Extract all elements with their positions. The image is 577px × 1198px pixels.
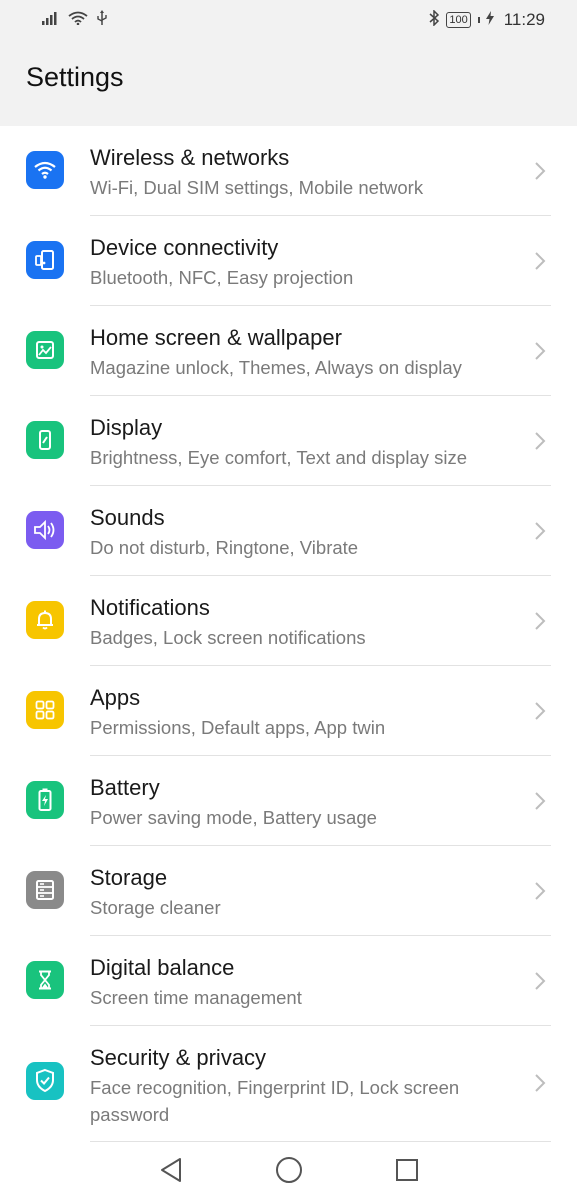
status-time: 11:29 <box>503 10 545 29</box>
status-left <box>42 9 108 31</box>
back-triangle-icon <box>160 1158 181 1182</box>
item-texts: Digital balance Screen time management <box>90 954 510 1011</box>
shield-icon <box>26 1062 64 1100</box>
home-circle-icon <box>275 1157 302 1183</box>
settings-item-home-screen-wallpaper[interactable]: Home screen & wallpaper Magazine unlock,… <box>0 306 577 396</box>
settings-item-wireless-networks[interactable]: Wireless & networks Wi-Fi, Dual SIM sett… <box>0 126 577 216</box>
back-button[interactable] <box>156 1155 186 1185</box>
item-subtitle: Power saving mode, Battery usage <box>90 807 377 828</box>
settings-item-security-privacy[interactable]: Security & privacy Face recognition, Fin… <box>0 1026 577 1142</box>
item-texts: Home screen & wallpaper Magazine unlock,… <box>90 324 510 381</box>
settings-item-display[interactable]: Display Brightness, Eye comfort, Text an… <box>0 396 577 486</box>
bluetooth-icon <box>428 8 440 31</box>
item-title: Sounds <box>90 505 165 530</box>
settings-item-battery[interactable]: Battery Power saving mode, Battery usage <box>0 756 577 846</box>
bell-icon <box>26 601 64 639</box>
usb-icon <box>96 9 108 31</box>
item-subtitle: Wi-Fi, Dual SIM settings, Mobile network <box>90 177 424 198</box>
chevron-right-icon <box>535 972 546 990</box>
settings-item-device-connectivity[interactable]: Device connectivity Bluetooth, NFC, Easy… <box>0 216 577 306</box>
wifi-icon <box>26 151 64 189</box>
item-title: Notifications <box>90 595 210 620</box>
navigation-bar <box>0 1142 577 1198</box>
status-bar: 100 11:29 <box>0 0 577 40</box>
settings-item-notifications[interactable]: Notifications Badges, Lock screen notifi… <box>0 576 577 666</box>
item-subtitle: Brightness, Eye comfort, Text and displa… <box>90 447 468 468</box>
settings-item-apps[interactable]: Apps Permissions, Default apps, App twin <box>0 666 577 756</box>
apps-grid-icon <box>26 691 64 729</box>
chevron-right-icon <box>535 162 546 180</box>
recents-square-icon <box>395 1159 418 1181</box>
settings-list: Wireless & networks Wi-Fi, Dual SIM sett… <box>0 126 577 1142</box>
item-title: Storage <box>90 865 168 890</box>
signal-icon <box>42 11 60 30</box>
item-texts: Display Brightness, Eye comfort, Text an… <box>90 414 510 471</box>
battery-indicator: 100 <box>446 12 471 28</box>
item-texts: Storage Storage cleaner <box>90 864 510 921</box>
item-title: Wireless & networks <box>90 145 290 170</box>
chevron-right-icon <box>535 1074 546 1092</box>
item-texts: Sounds Do not disturb, Ringtone, Vibrate <box>90 504 510 561</box>
chevron-right-icon <box>535 522 546 540</box>
item-title: Home screen & wallpaper <box>90 325 342 350</box>
item-subtitle: Magazine unlock, Themes, Always on displ… <box>90 357 462 378</box>
item-texts: Battery Power saving mode, Battery usage <box>90 774 510 831</box>
item-texts: Device connectivity Bluetooth, NFC, Easy… <box>90 234 510 291</box>
display-icon <box>26 421 64 459</box>
item-title: Apps <box>90 685 141 710</box>
wifi-icon <box>68 11 88 30</box>
speaker-icon <box>26 511 64 549</box>
settings-item-sounds[interactable]: Sounds Do not disturb, Ringtone, Vibrate <box>0 486 577 576</box>
chevron-right-icon <box>535 882 546 900</box>
item-title: Digital balance <box>90 955 235 980</box>
item-subtitle: Do not disturb, Ringtone, Vibrate <box>90 537 359 558</box>
chevron-right-icon <box>535 702 546 720</box>
item-texts: Wireless & networks Wi-Fi, Dual SIM sett… <box>90 144 510 201</box>
chevron-right-icon <box>535 612 546 630</box>
item-subtitle: Permissions, Default apps, App twin <box>90 717 386 738</box>
hourglass-icon <box>26 961 64 999</box>
status-right: 100 11:29 <box>428 8 545 31</box>
item-subtitle: Storage cleaner <box>90 897 221 918</box>
item-texts: Apps Permissions, Default apps, App twin <box>90 684 510 741</box>
item-subtitle: Badges, Lock screen notifications <box>90 627 366 648</box>
item-title: Device connectivity <box>90 235 279 260</box>
chevron-right-icon <box>535 792 546 810</box>
item-subtitle: Face recognition, Fingerprint ID, Lock s… <box>90 1077 460 1125</box>
item-subtitle: Bluetooth, NFC, Easy projection <box>90 267 354 288</box>
chevron-right-icon <box>535 342 546 360</box>
charging-icon <box>485 10 494 30</box>
device-connectivity-icon <box>26 241 64 279</box>
item-title: Display <box>90 415 163 440</box>
page-title: Settings <box>26 62 124 92</box>
storage-icon <box>26 871 64 909</box>
battery-icon <box>26 781 64 819</box>
item-subtitle: Screen time management <box>90 987 302 1008</box>
item-title: Battery <box>90 775 160 800</box>
chevron-right-icon <box>535 252 546 270</box>
item-title: Security & privacy <box>90 1045 267 1070</box>
recents-button[interactable] <box>392 1155 422 1185</box>
home-button[interactable] <box>274 1155 304 1185</box>
wallpaper-icon <box>26 331 64 369</box>
item-texts: Security & privacy Face recognition, Fin… <box>90 1044 510 1128</box>
battery-cap <box>477 17 480 23</box>
settings-item-storage[interactable]: Storage Storage cleaner <box>0 846 577 936</box>
header: Settings <box>0 40 577 126</box>
settings-item-digital-balance[interactable]: Digital balance Screen time management <box>0 936 577 1026</box>
item-texts: Notifications Badges, Lock screen notifi… <box>90 594 510 651</box>
chevron-right-icon <box>535 432 546 450</box>
battery-level: 100 <box>449 14 468 26</box>
